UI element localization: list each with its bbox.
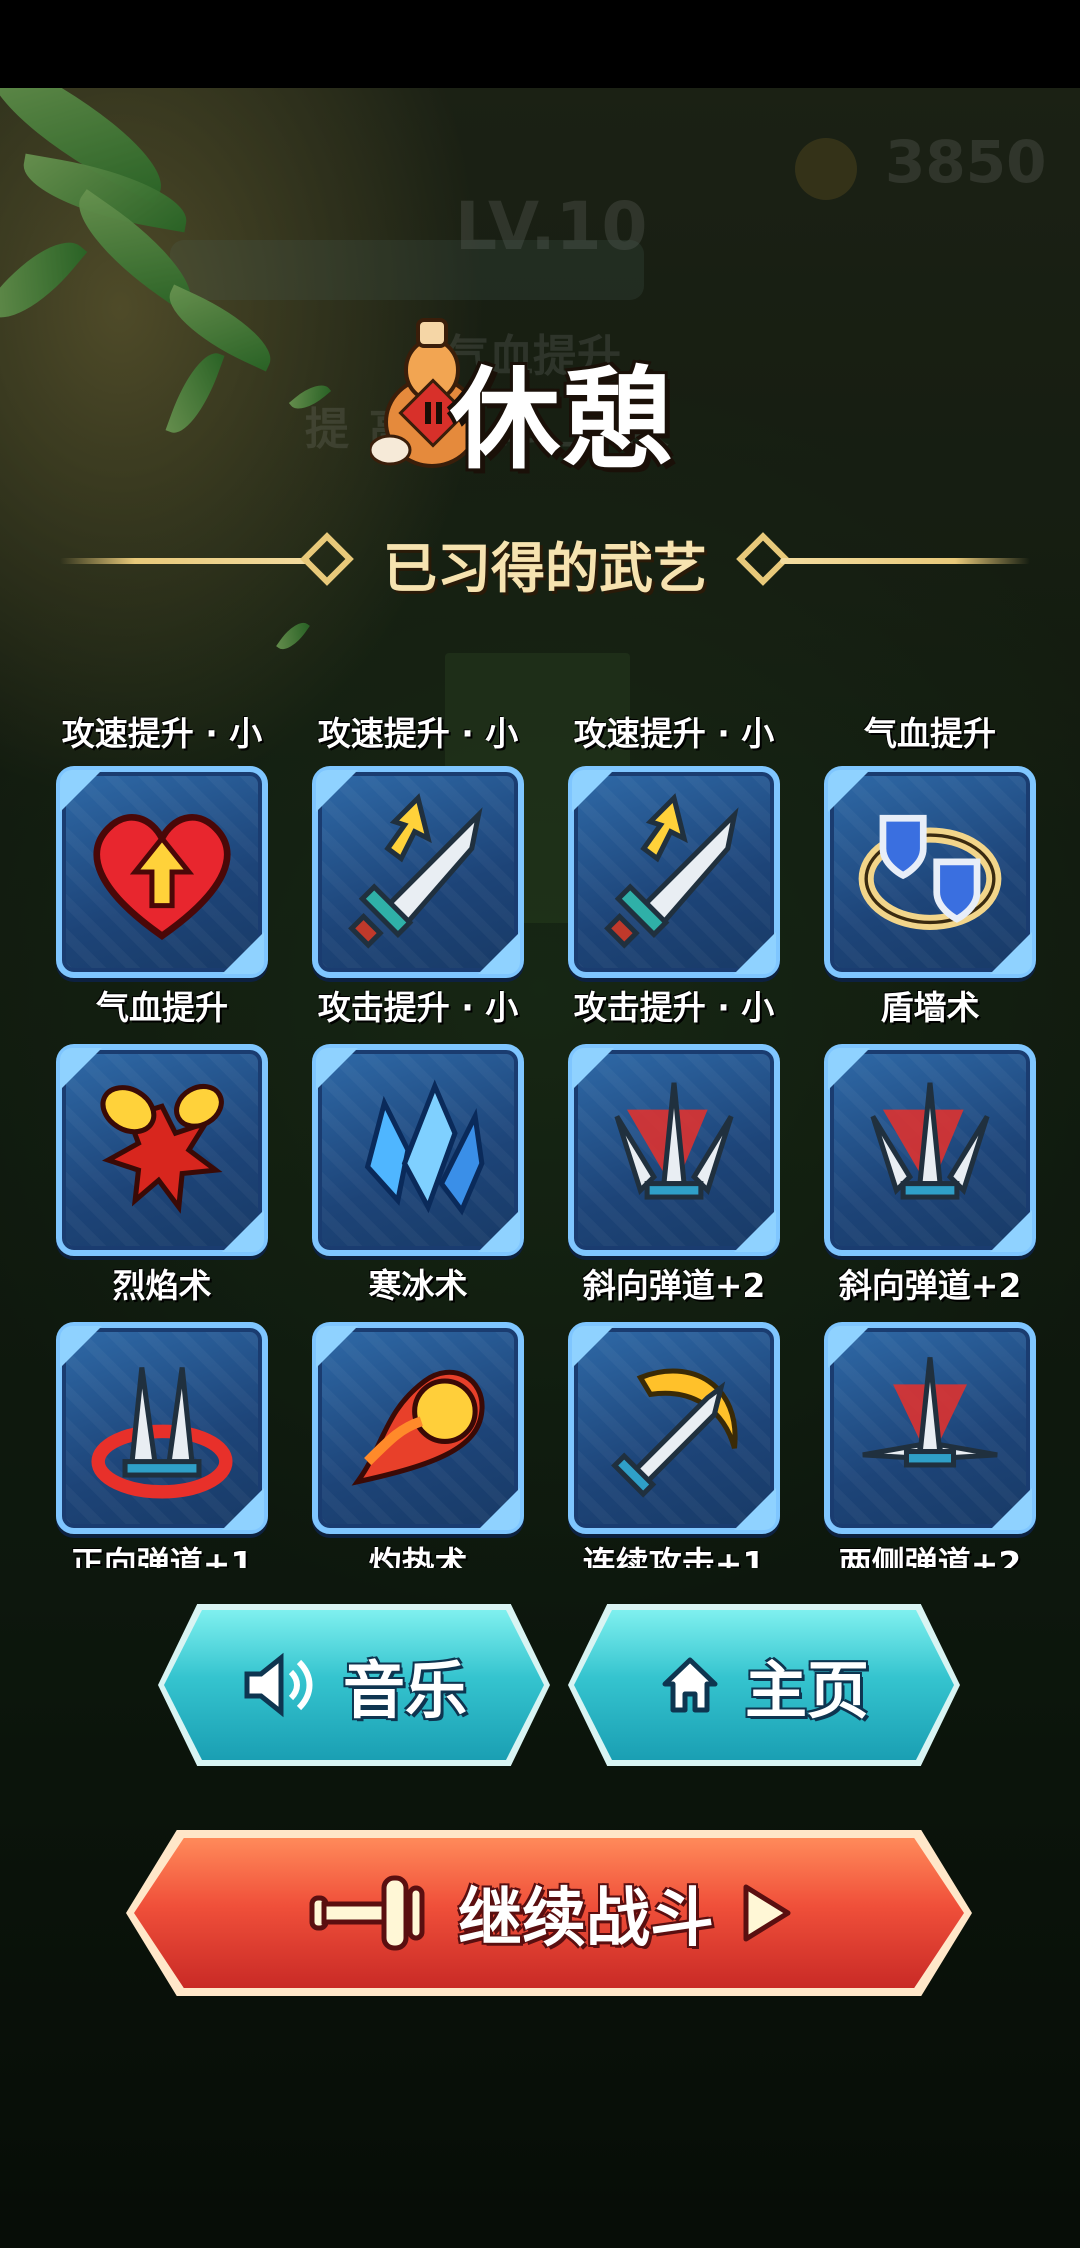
skill-card[interactable] bbox=[568, 766, 780, 978]
skill-card[interactable] bbox=[824, 1044, 1036, 1256]
skill-top-label bbox=[554, 1268, 794, 1312]
ice-crystal-icon bbox=[364, 1079, 485, 1216]
skill-name: 正向弹道+1 bbox=[70, 1544, 254, 1568]
skill-name: 连续攻击+1 bbox=[582, 1544, 766, 1568]
skill-name: 两侧弹道+2 bbox=[838, 1544, 1022, 1568]
title-label: 休憩 bbox=[450, 356, 674, 484]
skill-top-label: 攻速提升 · 小 bbox=[317, 714, 519, 753]
twin-swords-icon bbox=[91, 1367, 233, 1499]
skill-top-label bbox=[298, 1268, 538, 1312]
skill-card[interactable] bbox=[56, 1044, 268, 1256]
skill-card[interactable] bbox=[824, 1322, 1036, 1534]
music-button[interactable]: 音乐 bbox=[164, 1610, 544, 1760]
skill-card[interactable] bbox=[568, 1322, 780, 1534]
status-bar bbox=[0, 0, 1080, 88]
fire-burst-icon bbox=[100, 1083, 224, 1214]
play-arrow-icon bbox=[743, 1884, 791, 1942]
skill-item[interactable]: 连续攻击+1 bbox=[554, 1268, 794, 1568]
skill-card[interactable] bbox=[824, 766, 1036, 978]
skill-name: 灼热术 bbox=[368, 1544, 468, 1568]
sword-up-icon bbox=[348, 793, 483, 949]
music-button-label: 音乐 bbox=[342, 1654, 467, 1727]
side-swords-icon bbox=[862, 1357, 998, 1468]
skill-card[interactable] bbox=[56, 766, 268, 978]
skill-card[interactable] bbox=[56, 1322, 268, 1534]
skill-item[interactable]: 攻速提升 · 小 攻击提升 · 小 bbox=[298, 712, 538, 1030]
fireball-icon bbox=[351, 1369, 485, 1486]
skill-card[interactable] bbox=[312, 1322, 524, 1534]
sword-slash-icon bbox=[611, 1368, 738, 1498]
heart-up-icon bbox=[93, 814, 231, 940]
home-button-label: 主页 bbox=[744, 1654, 869, 1727]
skill-top-label bbox=[42, 990, 282, 1034]
shield-ring-icon bbox=[858, 814, 1002, 930]
skill-card[interactable] bbox=[312, 766, 524, 978]
skill-item[interactable]: 灼热术 bbox=[298, 1268, 538, 1568]
pause-title: 休憩 bbox=[330, 300, 750, 484]
skill-top-label: 攻速提升 · 小 bbox=[61, 714, 263, 753]
skill-card[interactable] bbox=[568, 1044, 780, 1256]
skill-top-label: 攻速提升 · 小 bbox=[573, 714, 775, 753]
continue-battle-button[interactable]: 继续战斗 bbox=[134, 1838, 964, 1988]
skill-item[interactable]: 烈焰术 bbox=[42, 990, 282, 1308]
diagonal-swords-icon bbox=[870, 1082, 990, 1200]
skill-item[interactable]: 正向弹道+1 bbox=[42, 1268, 282, 1568]
skill-item[interactable]: 斜向弹道+2 bbox=[554, 990, 794, 1308]
skill-top-label bbox=[810, 990, 1040, 1034]
sword-hilt-icon bbox=[309, 1875, 425, 1951]
skill-item[interactable]: 两侧弹道+2 bbox=[810, 1268, 1040, 1568]
skill-item[interactable]: 攻速提升 · 小 气血提升 bbox=[42, 712, 282, 1030]
skill-item[interactable]: 攻速提升 · 小 攻击提升 · 小 bbox=[554, 712, 794, 1030]
learned-skills-grid[interactable]: 攻速提升 · 小 气血提升 攻速提升 · 小 攻击提升 · 小 攻速提升 · 小 bbox=[40, 712, 1040, 1568]
skill-item[interactable]: 气血提升 盾墙术 bbox=[810, 712, 1040, 1030]
header-rule-right bbox=[780, 558, 1030, 564]
skill-item[interactable]: 寒冰术 bbox=[298, 990, 538, 1308]
skill-top-label bbox=[554, 990, 794, 1034]
home-button[interactable]: 主页 bbox=[574, 1610, 954, 1760]
skill-top-label bbox=[42, 1268, 282, 1312]
continue-button-label: 继续战斗 bbox=[458, 1882, 714, 1956]
skill-top-label bbox=[298, 990, 538, 1034]
diagonal-swords-icon bbox=[614, 1082, 734, 1200]
skill-card[interactable] bbox=[312, 1044, 524, 1256]
skill-top-label bbox=[810, 1268, 1040, 1312]
sword-up-icon bbox=[604, 793, 739, 949]
skill-top-label: 气血提升 bbox=[864, 714, 996, 753]
home-icon bbox=[662, 1657, 718, 1713]
skill-item[interactable]: 斜向弹道+2 bbox=[810, 990, 1040, 1308]
speaker-icon bbox=[244, 1652, 313, 1718]
section-header: 已习得的武艺 bbox=[60, 520, 1030, 600]
